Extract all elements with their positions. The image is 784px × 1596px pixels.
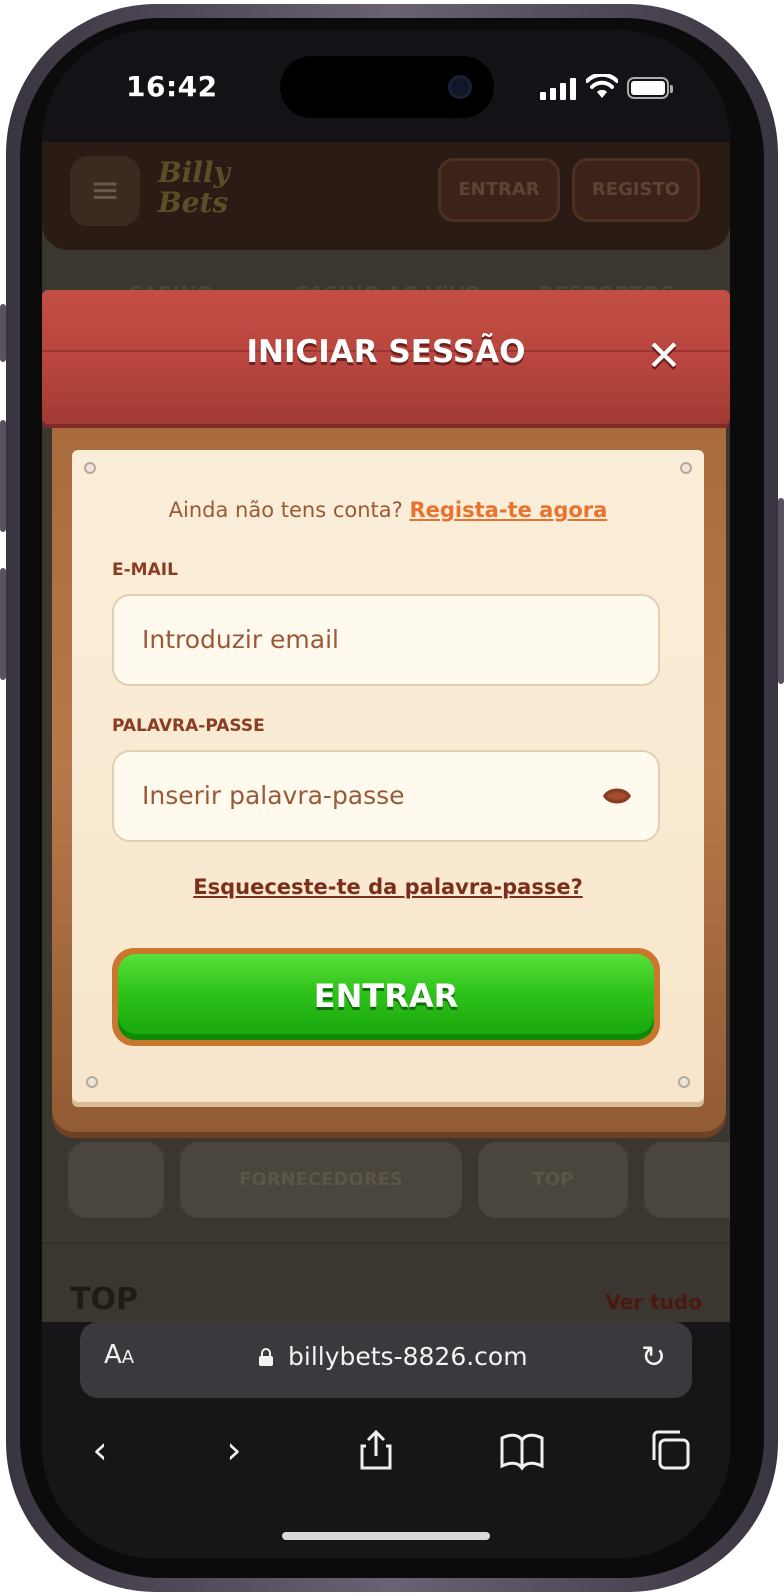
login-form: Ainda não tens conta? Regista-te agora E… — [72, 450, 704, 1102]
header-register-button[interactable]: REGISTO — [572, 158, 700, 222]
camera-icon — [448, 75, 472, 99]
nail-top-left — [84, 462, 96, 474]
password-field[interactable]: Inserir palavra-passe — [112, 750, 660, 842]
site-logo[interactable]: Billy Bets — [158, 158, 248, 228]
eye-icon[interactable] — [602, 784, 632, 808]
nail-bottom-left — [86, 1076, 98, 1088]
tabs-icon[interactable] — [646, 1426, 694, 1474]
nail-bottom-right — [678, 1076, 690, 1088]
password-label: PALAVRA-PASSE — [112, 716, 265, 736]
volume-down-button — [0, 568, 6, 680]
section-divider — [42, 1242, 730, 1244]
hamburger-icon[interactable]: ≡ — [70, 156, 140, 226]
volume-up-button — [0, 304, 6, 362]
submit-button[interactable]: ENTRAR — [118, 954, 654, 1040]
pill-next[interactable] — [644, 1142, 730, 1218]
signup-link[interactable]: Regista-te agora — [409, 498, 607, 522]
address-bar[interactable]: AA billybets-8826.com ↻ — [80, 1322, 692, 1398]
email-label: E-MAIL — [112, 560, 178, 580]
modal-title: INICIAR SESSÃO — [246, 334, 526, 370]
pill-prev[interactable] — [68, 1142, 164, 1218]
text-size-button[interactable]: AA — [104, 1340, 134, 1370]
status-bar: 16:42 — [42, 30, 730, 142]
volume-side-button — [0, 420, 6, 532]
lock-icon — [259, 1348, 273, 1366]
power-button — [778, 498, 784, 684]
url-text: billybets-8826.com — [288, 1342, 528, 1371]
home-indicator — [282, 1532, 490, 1540]
status-time: 16:42 — [126, 70, 218, 103]
no-account-text: Ainda não tens conta? — [168, 498, 403, 522]
safari-toolbar: AA billybets-8826.com ↻ ‹ › — [42, 1322, 730, 1558]
header-login-button[interactable]: ENTRAR — [438, 158, 560, 222]
wifi-icon — [586, 74, 618, 98]
modal-header: INICIAR SESSÃO ✕ — [42, 290, 730, 424]
dynamic-island — [280, 56, 494, 118]
site-header: ≡ Billy Bets ENTRAR REGISTO — [42, 142, 730, 250]
reload-icon[interactable]: ↻ — [641, 1340, 666, 1375]
bookmarks-icon[interactable] — [498, 1426, 546, 1474]
password-placeholder: Inserir palavra-passe — [142, 781, 405, 810]
top-section-title: TOP — [70, 1282, 138, 1317]
signup-prompt: Ainda não tens conta? Regista-te agora — [72, 498, 704, 522]
email-field[interactable]: Introduzir email — [112, 594, 660, 686]
pill-top[interactable]: TOP — [478, 1142, 628, 1218]
share-icon[interactable] — [352, 1426, 400, 1474]
battery-icon — [627, 77, 673, 99]
forward-icon[interactable]: › — [210, 1426, 258, 1474]
pill-providers[interactable]: FORNECEDORES — [180, 1142, 462, 1218]
back-icon[interactable]: ‹ — [76, 1426, 124, 1474]
see-all-link[interactable]: Ver tudo — [605, 1290, 702, 1314]
nail-top-right — [680, 462, 692, 474]
signal-icon — [540, 78, 576, 100]
submit-button-frame: ENTRAR — [112, 948, 660, 1046]
close-icon[interactable]: ✕ — [642, 334, 686, 378]
forgot-password-link[interactable]: Esqueceste-te da palavra-passe? — [72, 875, 704, 899]
category-pills: FORNECEDORES TOP — [68, 1142, 730, 1230]
phone-screen: 16:42 ≡ Billy Bets ENTRAR REGISTO CASINO… — [42, 30, 730, 1558]
